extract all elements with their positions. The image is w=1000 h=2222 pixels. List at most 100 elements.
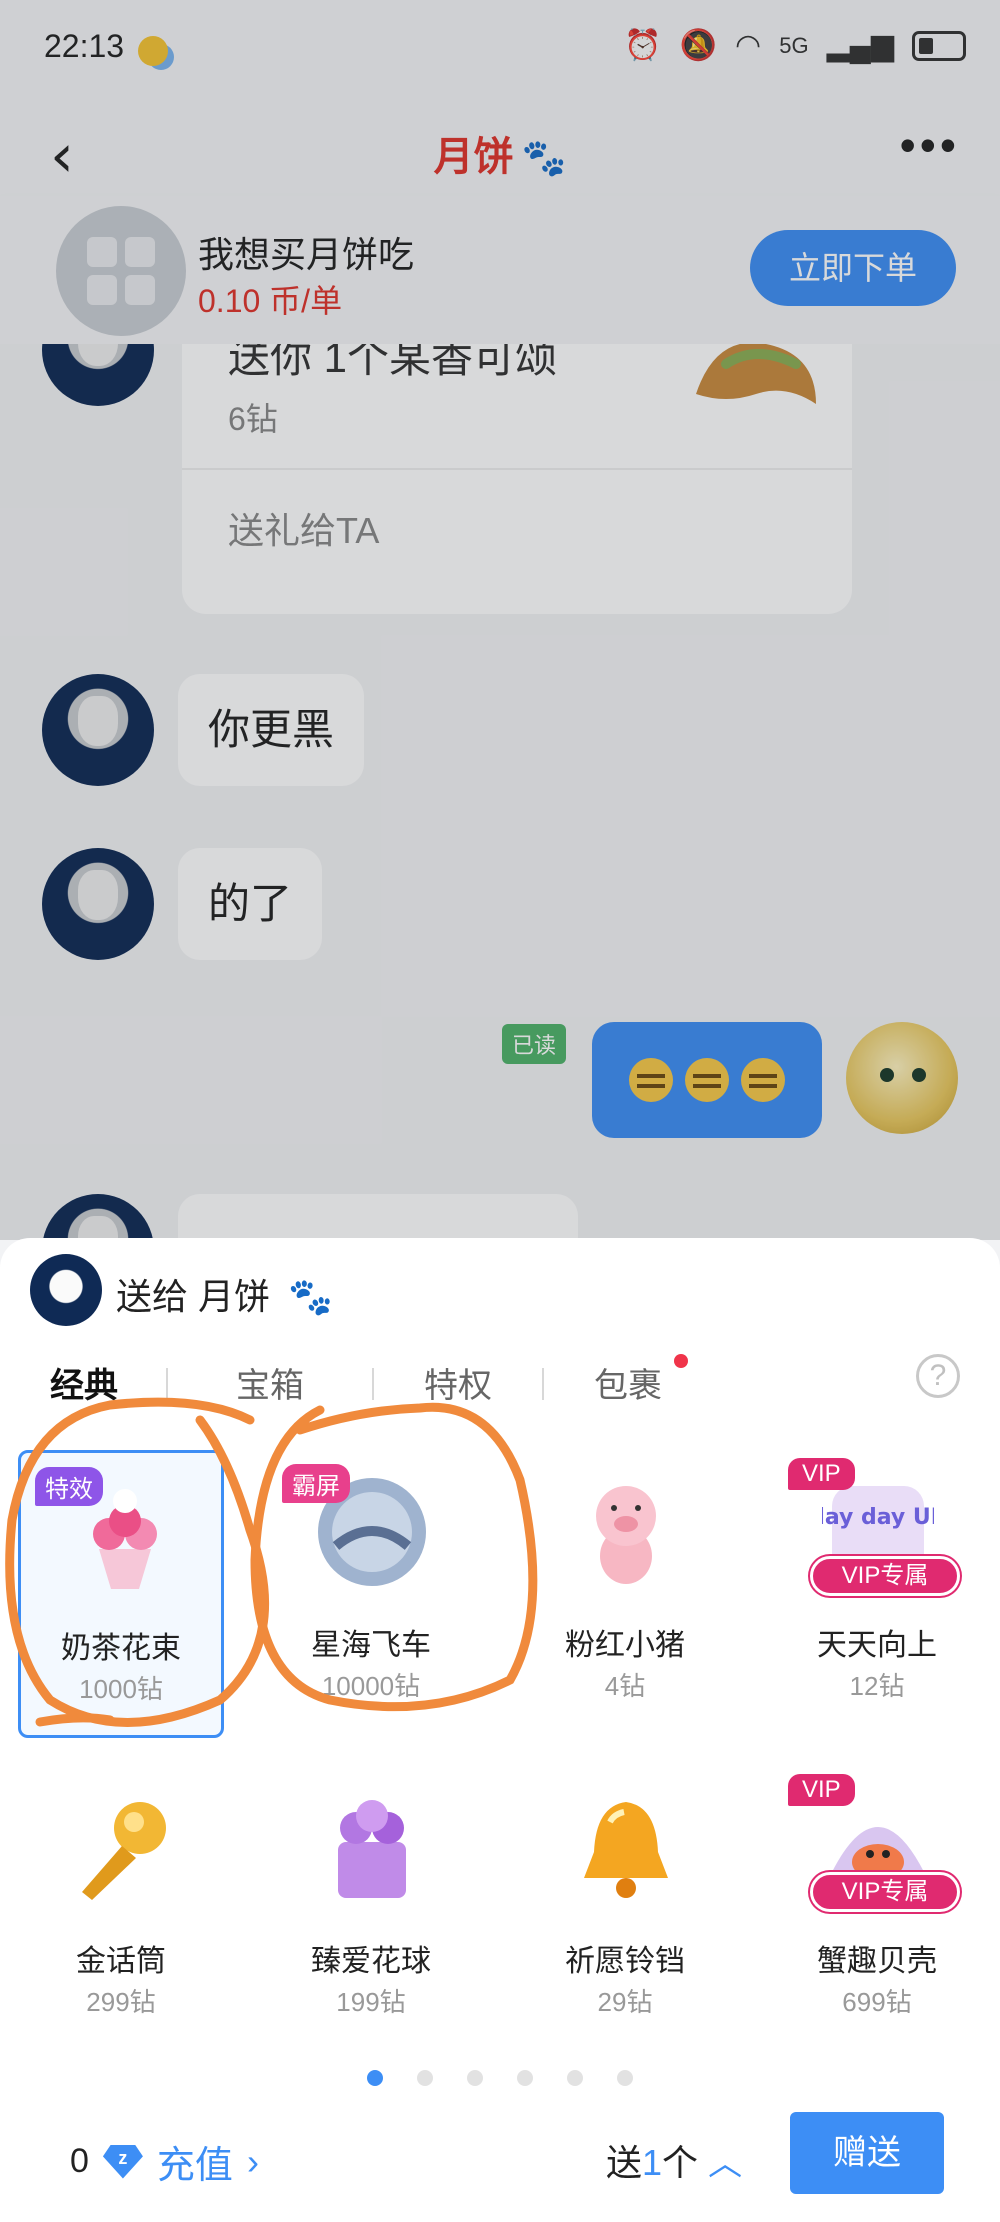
send-prefix: 送 xyxy=(606,2142,643,2183)
wish-bell-icon xyxy=(584,1802,668,1898)
page-dot[interactable] xyxy=(517,2070,533,2086)
notification-dot xyxy=(674,1354,688,1368)
chevron-up-icon[interactable]: ︿ xyxy=(708,2145,742,2183)
divider xyxy=(182,468,852,470)
wifi-icon: ◠ xyxy=(735,29,762,62)
gift-item[interactable]: 祈愿铃铛 29钻 xyxy=(522,1766,728,2054)
paw-icon: 🐾 xyxy=(288,1276,333,1317)
page-dot[interactable] xyxy=(567,2070,583,2086)
gift-message-card[interactable]: 送你 1个某香可颂 6钻 送礼给TA xyxy=(182,344,852,614)
gift-cost: 199钻 xyxy=(336,1987,406,2017)
chat-title-text: 月饼 xyxy=(433,135,514,179)
page-dot[interactable] xyxy=(417,2070,433,2086)
my-avatar[interactable] xyxy=(846,1022,958,1134)
avatar[interactable] xyxy=(42,1194,154,1244)
expressionless-emoji-icon xyxy=(685,1058,729,1102)
fullscreen-tag: 霸屏 xyxy=(282,1464,350,1503)
balance-area: 0 z 充值 › xyxy=(70,2134,259,2189)
tab-separator xyxy=(166,1368,168,1400)
gift-cost: 10000钻 xyxy=(321,1671,421,1701)
tab-classic[interactable]: 经典 xyxy=(50,1358,118,1407)
gift-name: 金话筒 xyxy=(76,1945,166,1978)
effect-tag: 特效 xyxy=(35,1467,103,1506)
chevron-right-icon[interactable]: › xyxy=(247,2141,259,2183)
paw-icon: 🐾 xyxy=(521,137,567,178)
vip-only-badge: VIP专属 xyxy=(810,1872,960,1912)
gift-item[interactable]: 霸屏 星海飞车 10000钻 xyxy=(268,1450,474,1738)
vip-tag: VIP xyxy=(788,1458,855,1490)
send-unit: 个 xyxy=(662,2142,699,2183)
gift-name: 蟹趣贝壳 xyxy=(817,1945,937,1978)
gift-item[interactable]: 特效 奶茶花束 1000钻 xyxy=(18,1450,224,1738)
gift-item[interactable]: 臻爱花球 199钻 xyxy=(268,1766,474,2054)
gift-name: 奶茶花束 xyxy=(61,1632,181,1665)
send-quantity: 1 xyxy=(642,2142,663,2183)
gift-panel: 送给 月饼 🐾 经典 宝箱 特权 包裹 ? 特效 奶茶花束 1000钻 霸屏 星… xyxy=(0,1238,1000,2222)
send-quantity-selector[interactable]: 送1个 ︿ xyxy=(606,2134,742,2186)
gift-cost: 699钻 xyxy=(842,1987,912,2017)
order-name: 我想买月饼吃 xyxy=(198,234,415,275)
order-price: 0.10 币/单 xyxy=(198,283,343,319)
gift-cost: 12钻 xyxy=(849,1671,905,1701)
avatar[interactable] xyxy=(42,848,154,960)
page-dot[interactable] xyxy=(367,2070,383,2086)
gift-cost: 4钻 xyxy=(604,1671,646,1701)
send-to-text: 送给 月饼 xyxy=(116,1276,271,1317)
apps-icon xyxy=(56,206,186,336)
order-card: 我想买月饼吃 0.10 币/单 立即下单 xyxy=(0,196,1000,344)
chat-area: 送你 1个某香可颂 6钻 送礼给TA 你更黑 的了 已读 xyxy=(0,344,1000,1244)
gift-name: 天天向上 xyxy=(817,1629,937,1662)
status-icons: ⏰ 🔕 ◠ 5G ▂▄▆ xyxy=(624,26,966,66)
gift-cost: 29钻 xyxy=(597,1987,653,2017)
avatar[interactable] xyxy=(42,674,154,786)
send-to-label: 送给 月饼 🐾 xyxy=(116,1268,333,1320)
avatar[interactable] xyxy=(42,344,154,406)
tab-separator xyxy=(372,1368,374,1400)
tab-treasure-box[interactable]: 宝箱 xyxy=(236,1358,304,1407)
tab-privilege[interactable]: 特权 xyxy=(424,1358,492,1407)
gift-item[interactable]: 金话筒 299钻 xyxy=(18,1766,224,2054)
battery-icon xyxy=(912,31,966,61)
gift-message-title: 送你 1个某香可颂 xyxy=(228,344,558,381)
send-gift-link[interactable]: 送礼给TA xyxy=(228,502,379,554)
message-bubble: 的了 xyxy=(178,848,323,960)
gift-item[interactable]: day day UP VIP VIP专属 天天向上 12钻 xyxy=(774,1450,980,1738)
gift-item[interactable]: 粉红小猪 4钻 xyxy=(522,1450,728,1738)
golden-microphone-icon xyxy=(82,1802,166,1900)
gift-name: 粉红小猪 xyxy=(565,1629,685,1662)
expressionless-emoji-icon xyxy=(741,1058,785,1102)
vip-tag: VIP xyxy=(788,1774,855,1806)
help-icon[interactable]: ? xyxy=(916,1354,960,1398)
message-bubble: 你更黑 xyxy=(178,674,365,786)
signal-icon: 5G xyxy=(779,33,809,58)
status-time: 22:13 xyxy=(44,28,125,64)
croissant-icon xyxy=(696,344,816,404)
tab-separator xyxy=(542,1368,544,1400)
page-dot[interactable] xyxy=(617,2070,633,2086)
page-indicator xyxy=(0,2070,1000,2086)
order-now-button[interactable]: 立即下单 xyxy=(750,230,956,306)
alarm-icon: ⏰ xyxy=(624,29,662,62)
love-flower-ball-icon xyxy=(338,1800,406,1898)
vip-only-badge: VIP专属 xyxy=(810,1556,960,1596)
gift-name: 臻爱花球 xyxy=(311,1945,431,1978)
give-gift-button[interactable]: 赠送 xyxy=(790,2112,944,2194)
day-day-up-art-text: day day UP xyxy=(822,1505,934,1530)
gift-cost: 1000钻 xyxy=(79,1674,163,1704)
gift-tabs: 经典 宝箱 特权 包裹 ? xyxy=(0,1354,1000,1418)
more-icon[interactable]: ••• xyxy=(900,118,960,172)
expressionless-emoji-icon xyxy=(629,1058,673,1102)
my-message-bubble xyxy=(592,1022,822,1138)
recharge-link[interactable]: 充值 xyxy=(157,2134,233,2189)
weather-icon xyxy=(138,36,168,66)
balance-value: 0 xyxy=(70,2142,89,2180)
read-receipt: 已读 xyxy=(502,1024,567,1064)
mute-icon: 🔕 xyxy=(679,29,718,62)
gift-item[interactable]: VIP VIP专属 蟹趣贝壳 699钻 xyxy=(774,1766,980,2054)
chat-title: 月饼 🐾 xyxy=(0,124,1000,182)
gift-name: 祈愿铃铛 xyxy=(565,1945,685,1978)
signal-bars-icon: ▂▄▆ xyxy=(826,29,894,62)
gift-cost: 299钻 xyxy=(86,1987,156,2017)
page-dot[interactable] xyxy=(467,2070,483,2086)
tab-backpack[interactable]: 包裹 xyxy=(594,1358,662,1407)
